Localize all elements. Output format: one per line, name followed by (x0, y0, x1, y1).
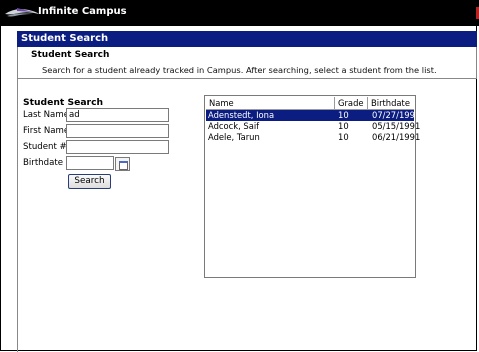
column-header-grade[interactable]: Grade (335, 97, 368, 109)
first-name-label: First Name (23, 126, 70, 136)
last-name-label: Last Name (23, 110, 69, 120)
cell-name: Adcock, Saif (208, 121, 260, 131)
app-header: Infinite Campus (0, 0, 479, 26)
cell-birthdate: 05/15/1991 (372, 121, 421, 131)
first-name-input[interactable] (66, 124, 169, 138)
app-title: Infinite Campus (38, 6, 127, 17)
cell-name: Adenstedt, Iona (208, 110, 275, 120)
cell-birthdate: 06/21/1991 (372, 132, 421, 142)
last-name-input[interactable] (66, 108, 169, 122)
birthdate-input[interactable] (66, 156, 114, 170)
results-header: Name Grade Birthdate (206, 97, 414, 110)
table-row[interactable]: Adcock, Saif 10 05/15/1991 (206, 121, 420, 132)
description-panel: Student Search Search for a student alre… (17, 47, 477, 79)
birthdate-label: Birthdate (23, 158, 64, 168)
section-title: Student Search (31, 50, 110, 60)
table-row[interactable]: Adenstedt, Iona 10 07/27/1991 (206, 110, 420, 121)
column-header-birthdate[interactable]: Birthdate (368, 97, 414, 109)
calendar-button[interactable] (115, 157, 130, 171)
cell-grade: 10 (338, 110, 349, 120)
cell-birthdate: 07/27/1991 (372, 110, 421, 120)
calendar-icon (119, 161, 128, 170)
cell-grade: 10 (338, 132, 349, 142)
page-title: Student Search (17, 31, 477, 47)
student-number-input[interactable] (66, 140, 169, 154)
cell-name: Adele, Tarun (208, 132, 260, 142)
column-header-name[interactable]: Name (206, 97, 335, 109)
section-description: Search for a student already tracked in … (42, 65, 437, 75)
cell-grade: 10 (338, 121, 349, 131)
campus-logo-icon (5, 8, 39, 17)
student-number-label: Student # (23, 142, 67, 152)
left-divider (17, 47, 18, 352)
form-title: Student Search (23, 97, 104, 108)
search-button[interactable]: Search (68, 174, 111, 189)
results-list[interactable]: Name Grade Birthdate Adenstedt, Iona 10 07… (204, 95, 420, 278)
table-row[interactable]: Adele, Tarun 10 06/21/1991 (206, 132, 420, 143)
